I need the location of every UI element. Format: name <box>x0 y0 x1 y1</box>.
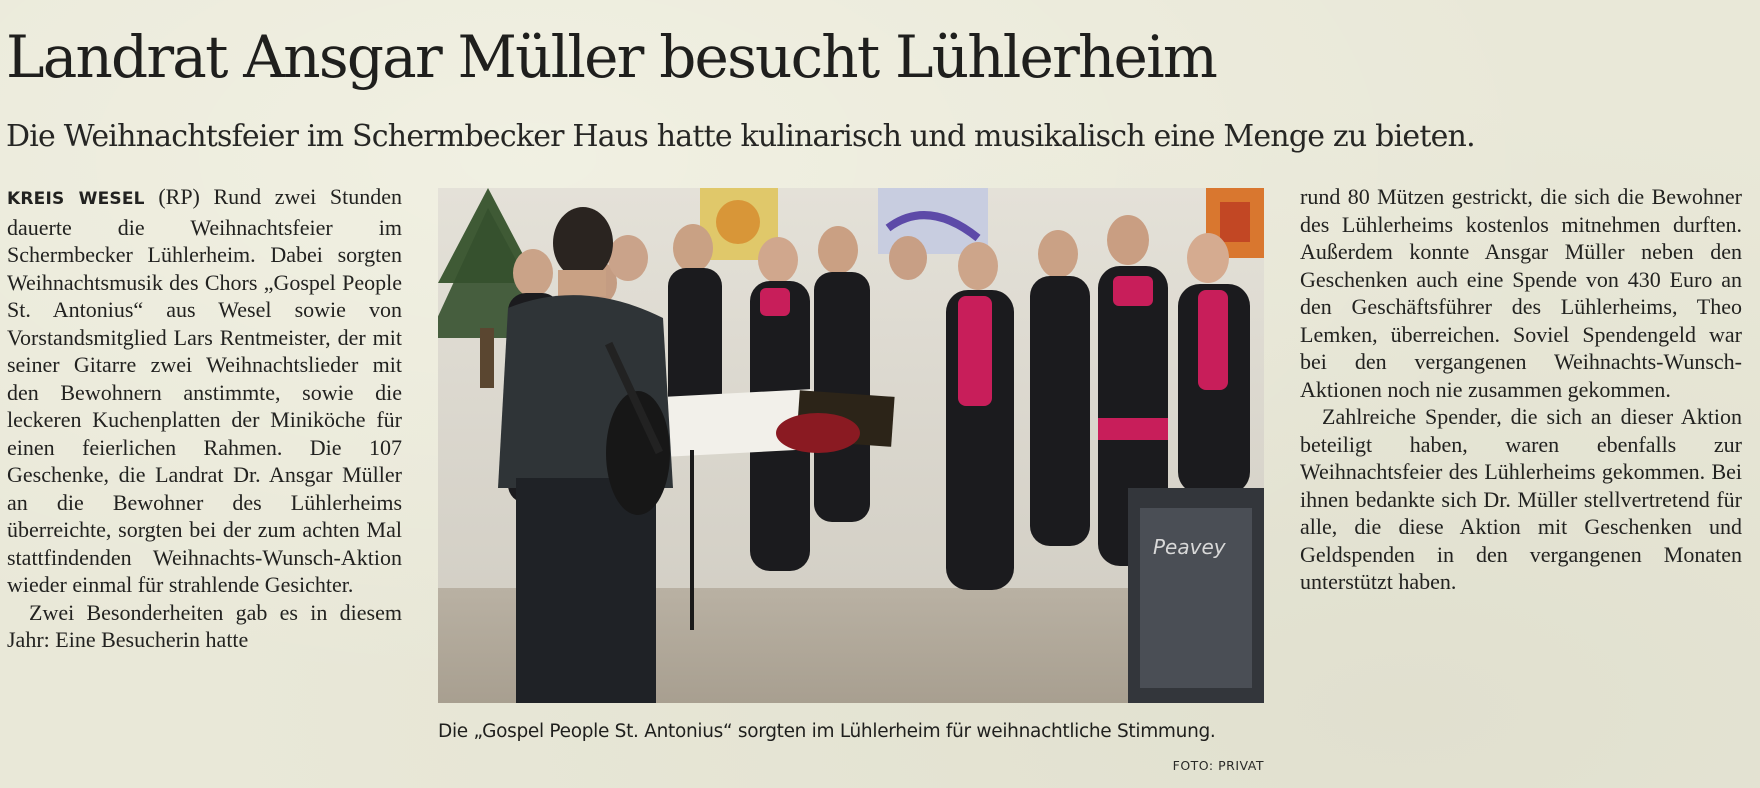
newspaper-clipping: Landrat Ansgar Müller besucht Lühlerheim… <box>0 0 1760 788</box>
amp-logo: Peavey <box>1153 535 1227 559</box>
article-paragraph: KREIS WESEL (RP) Rund zwei Stunden dauer… <box>7 183 402 599</box>
article-column-left: KREIS WESEL (RP) Rund zwei Stunden dauer… <box>7 183 402 654</box>
article-paragraph: rund 80 Mützen gestrickt, die sich die B… <box>1300 184 1742 402</box>
choir-photo-illustration: Peavey <box>438 188 1264 703</box>
article-photo: Peavey <box>438 188 1264 703</box>
article-column-right: rund 80 Mützen gestrickt, die sich die B… <box>1300 183 1742 596</box>
subheadline: Die Weihnachtsfeier im Schermbecker Haus… <box>6 119 1476 154</box>
article-paragraph: Zwei Besonderheiten gab es in diesem Jah… <box>7 599 402 653</box>
headline: Landrat Ansgar Müller besucht Lühlerheim <box>6 23 1218 91</box>
photo-caption: Die „Gospel People St. Antonius“ sorgten… <box>438 721 1216 742</box>
paragraph-text: (RP) Rund zwei Stunden dauerte die Weihn… <box>7 184 402 597</box>
photo-credit: FOTO: PRIVAT <box>1172 758 1264 773</box>
amplifier: Peavey <box>1128 488 1264 703</box>
article-paragraph: Zahlreiche Spender, die sich an dieser A… <box>1300 404 1742 594</box>
dateline: KREIS WESEL <box>7 189 145 209</box>
